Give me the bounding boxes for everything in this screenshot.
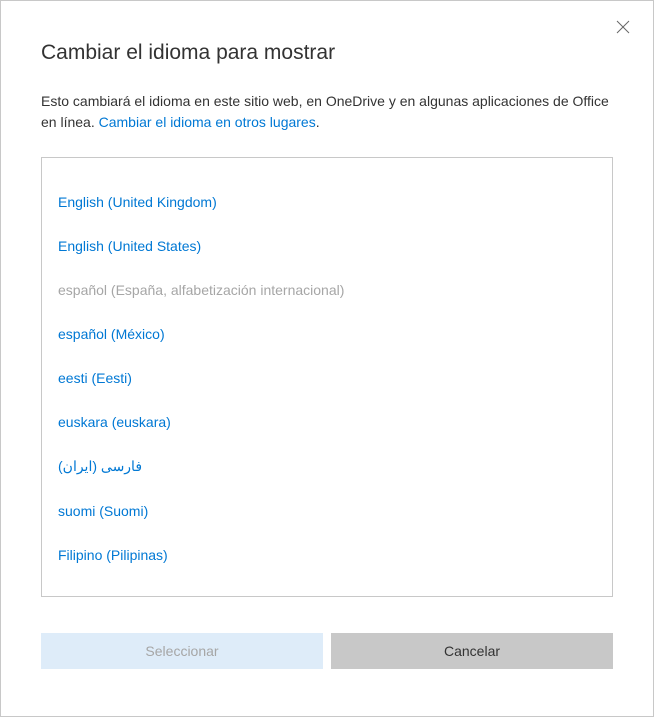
language-item[interactable]: Filipino (Pilipinas): [42, 533, 612, 577]
list-spacer: [42, 577, 612, 597]
button-row: Seleccionar Cancelar: [41, 633, 613, 669]
language-item[interactable]: suomi (Suomi): [42, 489, 612, 533]
list-spacer: [42, 157, 612, 180]
description-suffix: .: [316, 114, 320, 130]
dialog-title: Cambiar el idioma para mostrar: [41, 41, 613, 65]
select-button[interactable]: Seleccionar: [41, 633, 323, 669]
language-item: español (España, alfabetización internac…: [42, 268, 612, 312]
other-places-link[interactable]: Cambiar el idioma en otros lugares: [99, 114, 316, 130]
language-item[interactable]: English (United Kingdom): [42, 180, 612, 224]
language-item[interactable]: فارسى (ایران): [42, 444, 612, 489]
dialog-description: Esto cambiará el idioma en este sitio we…: [41, 91, 613, 133]
language-dialog: Cambiar el idioma para mostrar Esto camb…: [0, 0, 654, 717]
language-item[interactable]: eesti (Eesti): [42, 356, 612, 400]
language-item[interactable]: español (México): [42, 312, 612, 356]
close-button[interactable]: [611, 15, 635, 39]
language-list[interactable]: English (United Kingdom)English (United …: [41, 157, 613, 597]
cancel-button[interactable]: Cancelar: [331, 633, 613, 669]
language-item[interactable]: euskara (euskara): [42, 400, 612, 444]
language-item[interactable]: English (United States): [42, 224, 612, 268]
close-icon: [616, 20, 630, 34]
